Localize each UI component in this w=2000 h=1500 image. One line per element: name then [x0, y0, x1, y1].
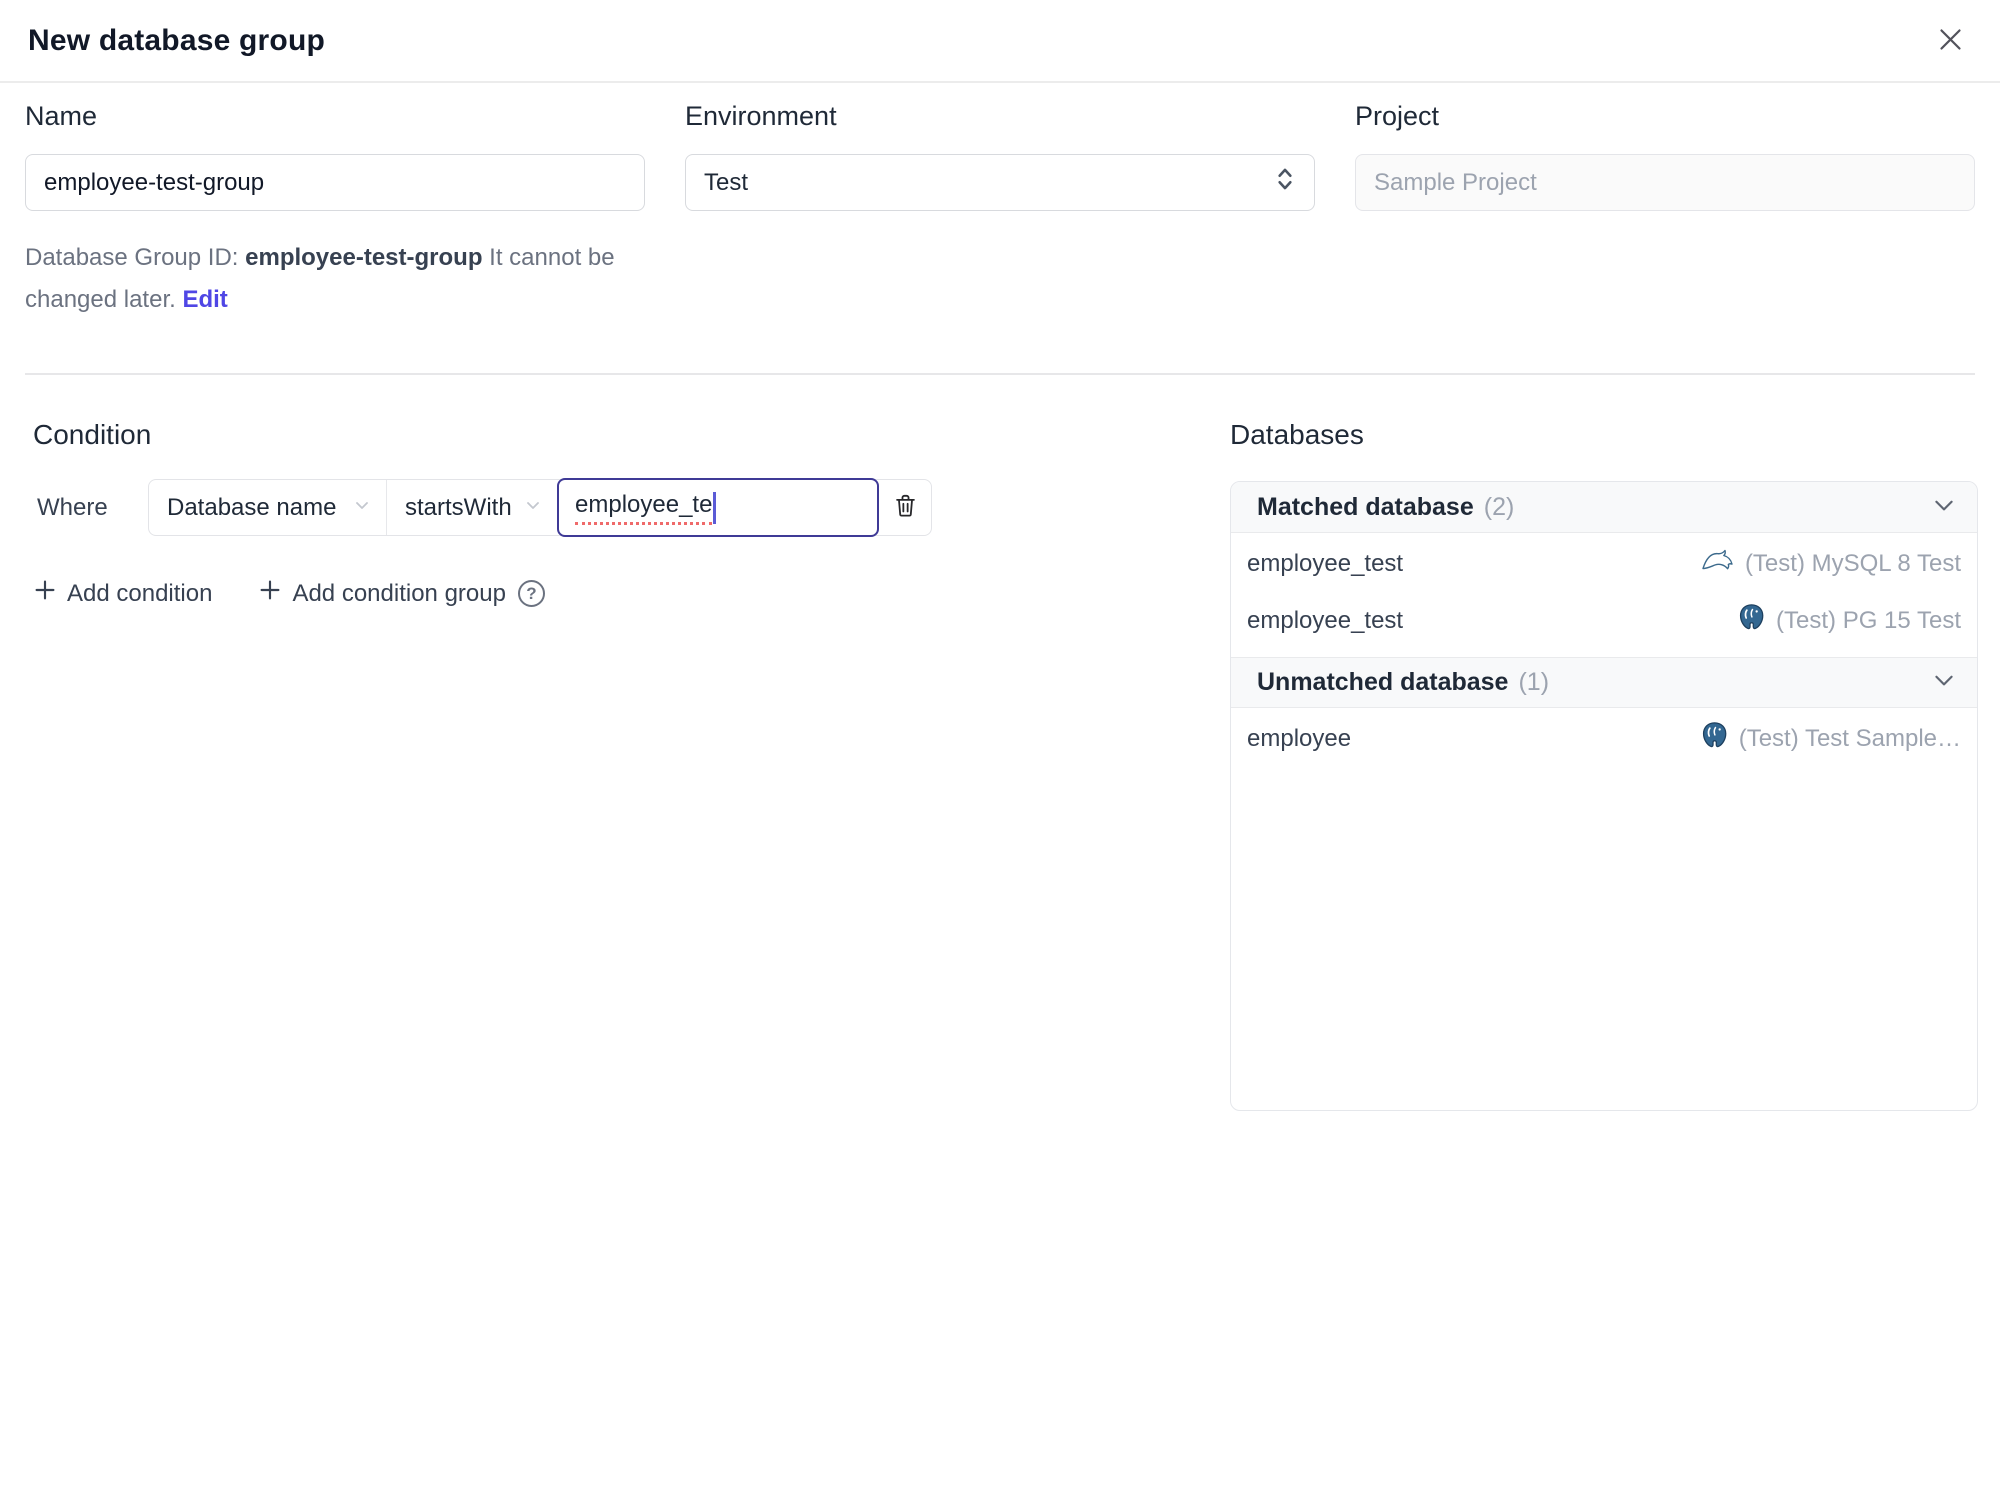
database-row: employee (Test) Test Sample…: [1231, 710, 1977, 767]
add-condition-label: Add condition: [67, 579, 213, 607]
condition-row: Where Database name startsWith employee_…: [25, 478, 1205, 537]
databases-heading: Databases: [1230, 419, 1364, 450]
databases-panel: Matched database (2) employee_test (Test…: [1230, 481, 1978, 1111]
condition-expression-group: Database name startsWith employee_te: [148, 478, 932, 537]
dialog-header: New database group: [0, 0, 2000, 83]
environment-label: Environment: [685, 101, 837, 131]
name-field-group: Name: [25, 101, 645, 211]
database-name: employee_test: [1247, 549, 1404, 577]
database-name: employee: [1247, 724, 1352, 752]
project-field-group: Project Sample Project: [1355, 101, 1975, 211]
chevron-down-icon: [1931, 492, 1957, 523]
condition-field-value: Database name: [167, 493, 337, 521]
section-title-text: Unmatched database: [1257, 668, 1509, 696]
postgresql-elephant-icon: [1701, 721, 1729, 756]
plus-icon: [258, 578, 282, 609]
environment-selected-value: Test: [704, 168, 749, 196]
database-instance: (Test) MySQL 8 Test: [1701, 548, 1961, 580]
name-label: Name: [25, 101, 98, 131]
project-selected-value: Sample Project: [1374, 168, 1537, 196]
section-divider: [25, 373, 1975, 375]
database-group-id-helper: Database Group ID: employee-test-group I…: [25, 237, 645, 321]
add-condition-group-button[interactable]: Add condition group ?: [258, 578, 545, 609]
environment-field-group: Environment Test: [685, 101, 1315, 211]
id-helper-prefix: Database Group ID:: [25, 244, 246, 271]
condition-operator-select[interactable]: startsWith: [387, 480, 557, 535]
database-row: employee_test (Test) MySQL 8 Test: [1231, 535, 1977, 592]
environment-select[interactable]: Test: [685, 154, 1315, 211]
unmatched-database-section-header[interactable]: Unmatched database (1): [1231, 657, 1977, 708]
condition-section: Condition Where Database name startsWith: [25, 419, 1205, 1111]
lower-section: Condition Where Database name startsWith: [0, 419, 2000, 1111]
name-input[interactable]: [25, 154, 645, 211]
condition-field-select[interactable]: Database name: [149, 480, 387, 535]
instance-label: (Test) PG 15 Test: [1776, 606, 1961, 634]
chevron-down-icon: [523, 494, 543, 522]
project-label: Project: [1355, 101, 1440, 131]
chevron-down-icon: [352, 494, 372, 522]
question-circle-icon[interactable]: ?: [517, 580, 545, 607]
database-group-id-value: employee-test-group: [245, 244, 483, 271]
close-button[interactable]: [1928, 19, 1972, 63]
chevron-down-icon: [1931, 667, 1957, 698]
project-select-disabled: Sample Project: [1355, 154, 1975, 211]
edit-id-link[interactable]: Edit: [182, 286, 227, 313]
where-label: Where: [37, 493, 108, 521]
condition-value-input[interactable]: employee_te: [557, 478, 879, 537]
condition-operator-value: startsWith: [405, 493, 512, 521]
form-grid: Name Environment Test Project Sample Pro…: [0, 101, 2000, 211]
database-instance: (Test) PG 15 Test: [1738, 603, 1961, 638]
postgresql-elephant-icon: [1738, 603, 1766, 638]
mysql-dolphin-icon: [1701, 548, 1735, 580]
trash-icon: [892, 492, 919, 524]
instance-label: (Test) MySQL 8 Test: [1744, 549, 1961, 577]
matched-database-section-header[interactable]: Matched database (2): [1231, 482, 1977, 533]
instance-label: (Test) Test Sample…: [1738, 724, 1961, 752]
text-cursor: [713, 491, 716, 524]
condition-heading: Condition: [33, 419, 152, 450]
database-row: employee_test (Test) PG 15 Test: [1231, 592, 1977, 649]
condition-value-text: employee_te: [575, 491, 713, 525]
unmatched-database-rows: employee (Test) Test Sample…: [1231, 708, 1977, 775]
databases-section: Databases Matched database (2) employee_t…: [1230, 419, 1978, 1111]
plus-icon: [33, 578, 57, 609]
add-condition-button[interactable]: Add condition: [33, 578, 212, 609]
page-title: New database group: [28, 23, 325, 57]
matched-database-rows: employee_test (Test) MySQL 8 Test employ…: [1231, 533, 1977, 657]
database-name: employee_test: [1247, 606, 1404, 634]
matched-database-count: (2): [1483, 492, 1515, 521]
database-instance: (Test) Test Sample…: [1701, 721, 1961, 756]
delete-condition-button[interactable]: [879, 480, 931, 535]
x-icon: [1937, 26, 1964, 56]
matched-database-title: Matched database (2): [1257, 493, 1514, 522]
unmatched-database-title: Unmatched database (1): [1257, 668, 1549, 697]
condition-actions: Add condition Add condition group ?: [25, 578, 1205, 609]
section-title-text: Matched database: [1257, 492, 1474, 521]
add-condition-group-label: Add condition group: [292, 579, 506, 607]
chevrons-up-down-icon: [1274, 164, 1296, 201]
unmatched-database-count: (1): [1518, 668, 1550, 696]
